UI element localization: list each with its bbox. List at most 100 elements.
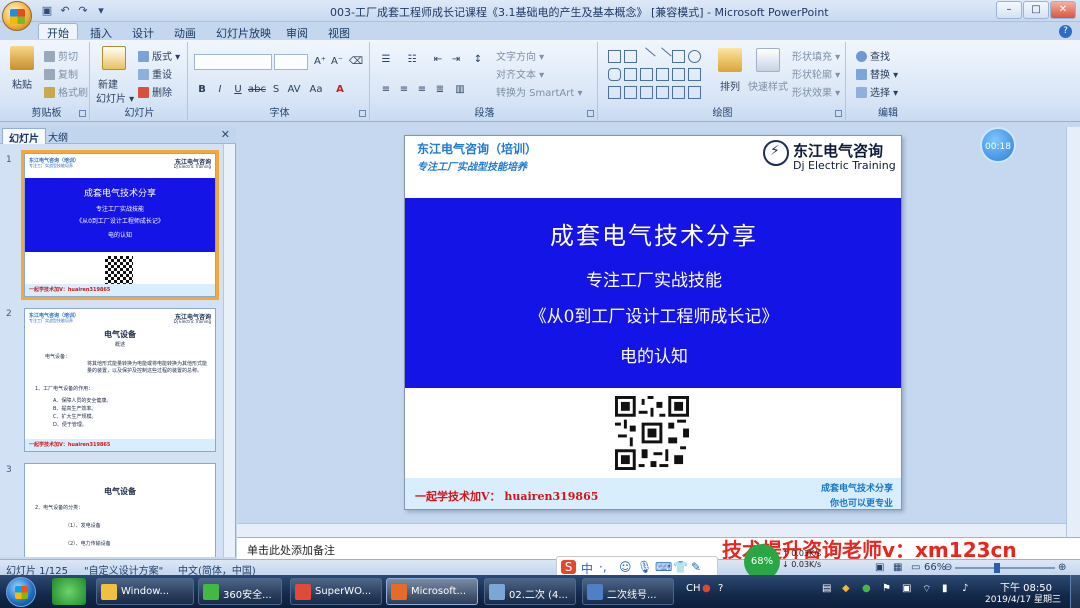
tray-360-icon[interactable]: ●	[862, 583, 871, 594]
rectangle-shape-icon[interactable]	[608, 50, 621, 63]
spacing-button[interactable]: AV	[286, 82, 302, 98]
start-button[interactable]	[6, 577, 36, 607]
find-button[interactable]: 查找	[856, 48, 890, 63]
taskbar-item[interactable]: 360安全...	[198, 578, 282, 605]
shrink-font-button[interactable]: A⁻	[329, 54, 345, 70]
clear-format-icon[interactable]: ⌫	[348, 54, 364, 70]
tab-review[interactable]: 审阅	[278, 24, 316, 40]
sorter-view-icon[interactable]: ▦	[893, 562, 902, 573]
text-direction-button[interactable]: 文字方向 ▾	[496, 48, 544, 63]
tab-animation[interactable]: 动画	[166, 24, 204, 40]
tab-outline[interactable]: 大纲	[42, 128, 74, 144]
slide-thumbnail-3[interactable]: 电气设备 2、电气设备的分类： （1）、发电设备 （2）、电力传输设备	[24, 463, 216, 557]
font-size-combo[interactable]	[274, 54, 308, 70]
slideshow-view-icon[interactable]: ▭	[911, 562, 920, 573]
shape-outline-button[interactable]: 形状轮廓 ▾	[792, 66, 840, 81]
tray-network-icon[interactable]: ▤	[822, 583, 831, 594]
tray-ime-icon[interactable]: ●	[702, 583, 711, 594]
mic-icon[interactable]: 🎙	[637, 560, 652, 574]
bold-button[interactable]: B	[194, 82, 210, 98]
triangle-shape-icon[interactable]	[624, 68, 637, 81]
tab-slideshow[interactable]: 幻灯片放映	[208, 24, 279, 40]
arrange-icon[interactable]	[718, 48, 742, 72]
curve-shape-icon[interactable]	[640, 86, 653, 99]
tab-view[interactable]: 视图	[320, 24, 358, 40]
grow-font-button[interactable]: A⁺	[312, 54, 328, 70]
taskbar-item[interactable]: SuperWO...	[290, 578, 382, 605]
delete-slide-button[interactable]: 删除	[138, 84, 172, 99]
slide-thumbnail-1[interactable]: 东江电气咨询（培训） 专注工厂实战型技能培养 东江电气咨询 Dj Electri…	[24, 153, 216, 297]
close-button[interactable]: ✕	[1050, 1, 1076, 19]
textbox-shape-icon[interactable]	[624, 50, 637, 63]
taskbar-item[interactable]: 二次线号...	[582, 578, 674, 605]
zoom-level[interactable]: 66%	[924, 562, 946, 573]
paste-button[interactable]: 粘贴	[12, 76, 32, 91]
underline-button[interactable]: U	[230, 82, 246, 98]
minimize-button[interactable]: –	[996, 1, 1022, 19]
tab-slides[interactable]: 幻灯片	[2, 128, 46, 145]
zoom-slider[interactable]	[955, 567, 1055, 569]
paste-icon[interactable]	[10, 46, 34, 70]
current-slide[interactable]: 东江电气咨询（培训） 专注工厂实战型技能培养 东江电气咨询 Dj Electri…	[404, 135, 902, 510]
brace-shape-icon[interactable]	[624, 86, 637, 99]
skin-icon[interactable]: 👕	[673, 560, 688, 574]
sogou-icon[interactable]: S	[561, 560, 576, 574]
align-right-icon[interactable]: ≡	[414, 82, 430, 98]
redo-icon[interactable]: ↷	[76, 4, 90, 18]
tray-flag-icon[interactable]: ⚑	[882, 583, 891, 594]
keyboard-icon[interactable]: ⌨	[655, 560, 672, 574]
bullets-icon[interactable]: ☰	[378, 52, 394, 68]
left-brace-shape-icon[interactable]	[672, 86, 685, 99]
office-button[interactable]	[2, 1, 32, 31]
new-slide-button[interactable]: 新建	[98, 76, 118, 91]
taskbar-item[interactable]: Window...	[96, 578, 194, 605]
italic-button[interactable]: I	[212, 82, 228, 98]
reset-button[interactable]: 重设	[138, 66, 172, 81]
select-button[interactable]: 选择 ▾	[856, 84, 898, 99]
vertical-scrollbar[interactable]	[1066, 127, 1080, 537]
clipboard-launcher-icon[interactable]	[79, 110, 86, 117]
connector-shape-icon[interactable]	[656, 68, 669, 81]
arrange-button[interactable]: 排列	[720, 78, 740, 93]
shape-fill-button[interactable]: 形状填充 ▾	[792, 48, 840, 63]
tab-home[interactable]: 开始	[38, 23, 78, 40]
rounded-rect-shape-icon[interactable]	[608, 68, 621, 81]
elbow-shape-icon[interactable]	[640, 68, 653, 81]
strike-button[interactable]: abc	[248, 82, 266, 98]
save-icon[interactable]: ▣	[40, 4, 54, 18]
align-center-icon[interactable]: ≡	[396, 82, 412, 98]
maximize-button[interactable]: □	[1023, 1, 1049, 19]
pinned-app-icon[interactable]	[52, 578, 86, 605]
copy-button[interactable]: 复制	[44, 66, 78, 81]
shape-effects-button[interactable]: 形状效果 ▾	[792, 84, 840, 99]
tab-insert[interactable]: 插入	[82, 24, 120, 40]
line-spacing-icon[interactable]: ↕	[470, 52, 486, 68]
right-arrow-shape-icon[interactable]	[672, 68, 685, 81]
zoom-in-button[interactable]: ⊕	[1058, 562, 1066, 573]
zoom-slider-knob[interactable]	[994, 563, 1000, 573]
decrease-indent-icon[interactable]: ⇤	[430, 52, 446, 68]
down-arrow-shape-icon[interactable]	[688, 68, 701, 81]
paragraph-launcher-icon[interactable]	[587, 110, 594, 117]
format-painter-button[interactable]: 格式刷	[44, 84, 88, 99]
quick-styles-button[interactable]: 快速样式	[748, 78, 788, 93]
case-button[interactable]: Aa	[308, 82, 324, 98]
star-shape-icon[interactable]	[608, 86, 621, 99]
new-slide-dropdown[interactable]: 幻灯片 ▾	[96, 90, 134, 105]
align-text-button[interactable]: 对齐文本 ▾	[496, 66, 544, 81]
taskbar-item[interactable]: 02.二次 (4...	[484, 578, 576, 605]
tray-help-icon[interactable]: ?	[718, 583, 723, 594]
tray-wifi-icon[interactable]: ⌔	[922, 583, 931, 596]
normal-view-icon[interactable]: ▣	[875, 562, 884, 573]
drawing-launcher-icon[interactable]	[835, 110, 842, 117]
increase-indent-icon[interactable]: ⇥	[448, 52, 464, 68]
tray-security-icon[interactable]: ◆	[842, 583, 850, 594]
arrow-shape-icon[interactable]	[653, 47, 672, 66]
tray-display-icon[interactable]: ▣	[902, 583, 911, 594]
numbering-icon[interactable]: ☷	[404, 52, 420, 68]
right-brace-shape-icon[interactable]	[688, 86, 701, 99]
shadow-button[interactable]: S	[268, 82, 284, 98]
font-color-button[interactable]: A	[332, 82, 348, 98]
bracket-shape-icon[interactable]	[656, 86, 669, 99]
new-slide-icon[interactable]	[102, 46, 126, 70]
